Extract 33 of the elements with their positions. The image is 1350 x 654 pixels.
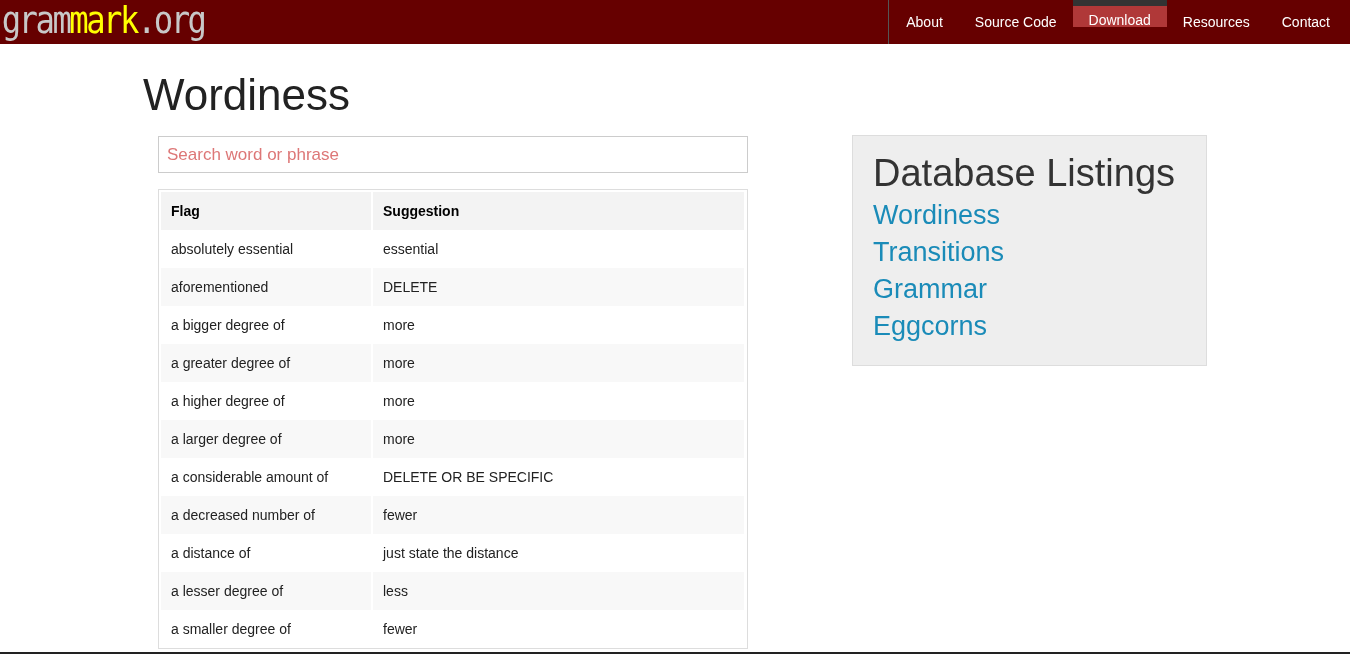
table-cell-text: more (382, 392, 416, 411)
table-cell-text: essential (382, 240, 440, 259)
nav-link[interactable]: Download (1072, 0, 1167, 27)
table-cell-text: DELETE OR BE SPECIFIC (382, 468, 555, 487)
site-logo[interactable]: grammark.org (0, 0, 205, 44)
table-cell: less (373, 572, 744, 610)
nav-link[interactable]: About (890, 0, 959, 44)
column-header: Flag (161, 192, 371, 230)
table-cell: a decreased number of (161, 496, 371, 534)
page-title: Wordiness (143, 70, 352, 120)
table-cell: more (373, 344, 744, 382)
table-cell: DELETE (373, 268, 744, 306)
table-cell-text: a distance of (170, 544, 252, 563)
search-field[interactable]: Search word or phrase (158, 136, 748, 173)
table-cell-text: a bigger degree of (170, 316, 286, 335)
table-cell-text: fewer (382, 620, 419, 639)
table-cell: a greater degree of (161, 344, 371, 382)
table-cell: aforementioned (161, 268, 371, 306)
table-cell: a lesser degree of (161, 572, 371, 610)
table-cell: fewer (373, 496, 744, 534)
table-cell-text: a considerable amount of (170, 468, 330, 487)
panel-title: Database Listings (873, 152, 1176, 195)
nav-link[interactable]: Source Code (958, 0, 1073, 44)
column-header: Suggestion (373, 192, 744, 230)
table-cell: more (373, 420, 744, 458)
table-cell-text: a smaller degree of (170, 620, 292, 639)
nav-link[interactable]: Contact (1265, 0, 1346, 44)
table-cell-text: absolutely essential (170, 240, 295, 259)
table-cell-text: more (382, 316, 416, 335)
nav-link[interactable]: Resources (1166, 0, 1266, 44)
table-cell-text: just state the distance (381, 544, 520, 563)
table-cell-text: a higher degree of (170, 392, 286, 411)
table-cell: a larger degree of (161, 420, 371, 458)
